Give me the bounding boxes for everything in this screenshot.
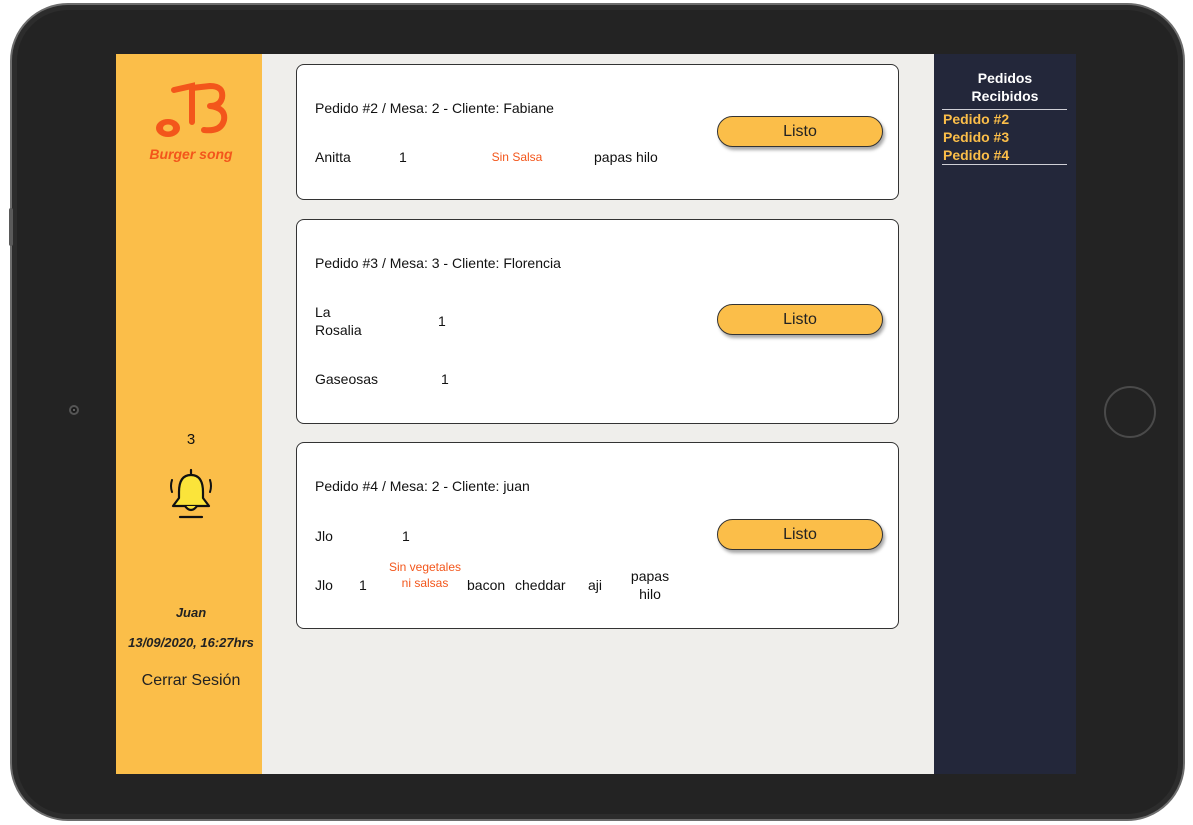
listo-button[interactable]: Listo <box>717 519 883 550</box>
home-button[interactable] <box>1104 386 1156 438</box>
brand-name: Burger song <box>149 146 233 162</box>
order-title: Pedido #3 / Mesa: 3 - Cliente: Florencia <box>315 255 561 271</box>
item-name: Anitta <box>315 149 351 165</box>
item-qty: 1 <box>441 371 449 387</box>
tablet-side-button <box>9 208 13 246</box>
item-name: Jlo <box>315 577 333 593</box>
item-extra: papas hilo <box>594 149 658 165</box>
item-extra: papas hilo <box>630 568 670 602</box>
bell-icon[interactable] <box>169 466 213 520</box>
received-orders-panel: Pedidos Recibidos Pedido #2 Pedido #3 Pe… <box>934 54 1076 774</box>
item-qty: 1 <box>438 313 446 329</box>
item-note: Sin vegetales ni salsas <box>388 560 462 590</box>
order-card: Pedido #4 / Mesa: 2 - Cliente: juan Jlo … <box>296 442 899 629</box>
order-card: Pedido #3 / Mesa: 3 - Cliente: Florencia… <box>296 219 899 424</box>
received-order-link[interactable]: Pedido #4 <box>943 146 1009 164</box>
camera-icon <box>69 405 79 415</box>
left-sidebar: Burger song 3 Juan 13/09/2020, 16:27hrs … <box>116 54 262 774</box>
music-note-logo-icon <box>156 82 228 137</box>
item-qty: 1 <box>399 149 407 165</box>
item-qty: 1 <box>402 528 410 544</box>
received-order-link[interactable]: Pedido #2 <box>943 110 1009 128</box>
item-name: Jlo <box>315 528 333 544</box>
order-card: Pedido #2 / Mesa: 2 - Cliente: Fabiane A… <box>296 64 899 200</box>
item-extra: cheddar <box>515 577 566 593</box>
order-title: Pedido #4 / Mesa: 2 - Cliente: juan <box>315 478 530 494</box>
received-order-link[interactable]: Pedido #3 <box>943 128 1009 146</box>
listo-button[interactable]: Listo <box>717 116 883 147</box>
order-title: Pedido #2 / Mesa: 2 - Cliente: Fabiane <box>315 100 554 116</box>
logout-link[interactable]: Cerrar Sesión <box>116 672 266 690</box>
item-name: La Rosalia <box>315 304 362 338</box>
divider <box>942 164 1067 165</box>
item-extra: bacon <box>467 577 506 593</box>
session-datetime: 13/09/2020, 16:27hrs <box>128 635 254 650</box>
user-name: Juan <box>175 605 207 620</box>
item-name: Gaseosas <box>315 371 379 387</box>
item-extra: aji <box>588 577 603 593</box>
item-note: Sin Salsa <box>491 150 543 164</box>
received-orders-title: Pedidos Recibidos <box>971 70 1039 104</box>
item-qty: 1 <box>359 577 367 593</box>
listo-button[interactable]: Listo <box>717 304 883 335</box>
app-screen: Burger song 3 Juan 13/09/2020, 16:27hrs … <box>116 54 1076 774</box>
notification-count: 3 <box>186 431 196 448</box>
